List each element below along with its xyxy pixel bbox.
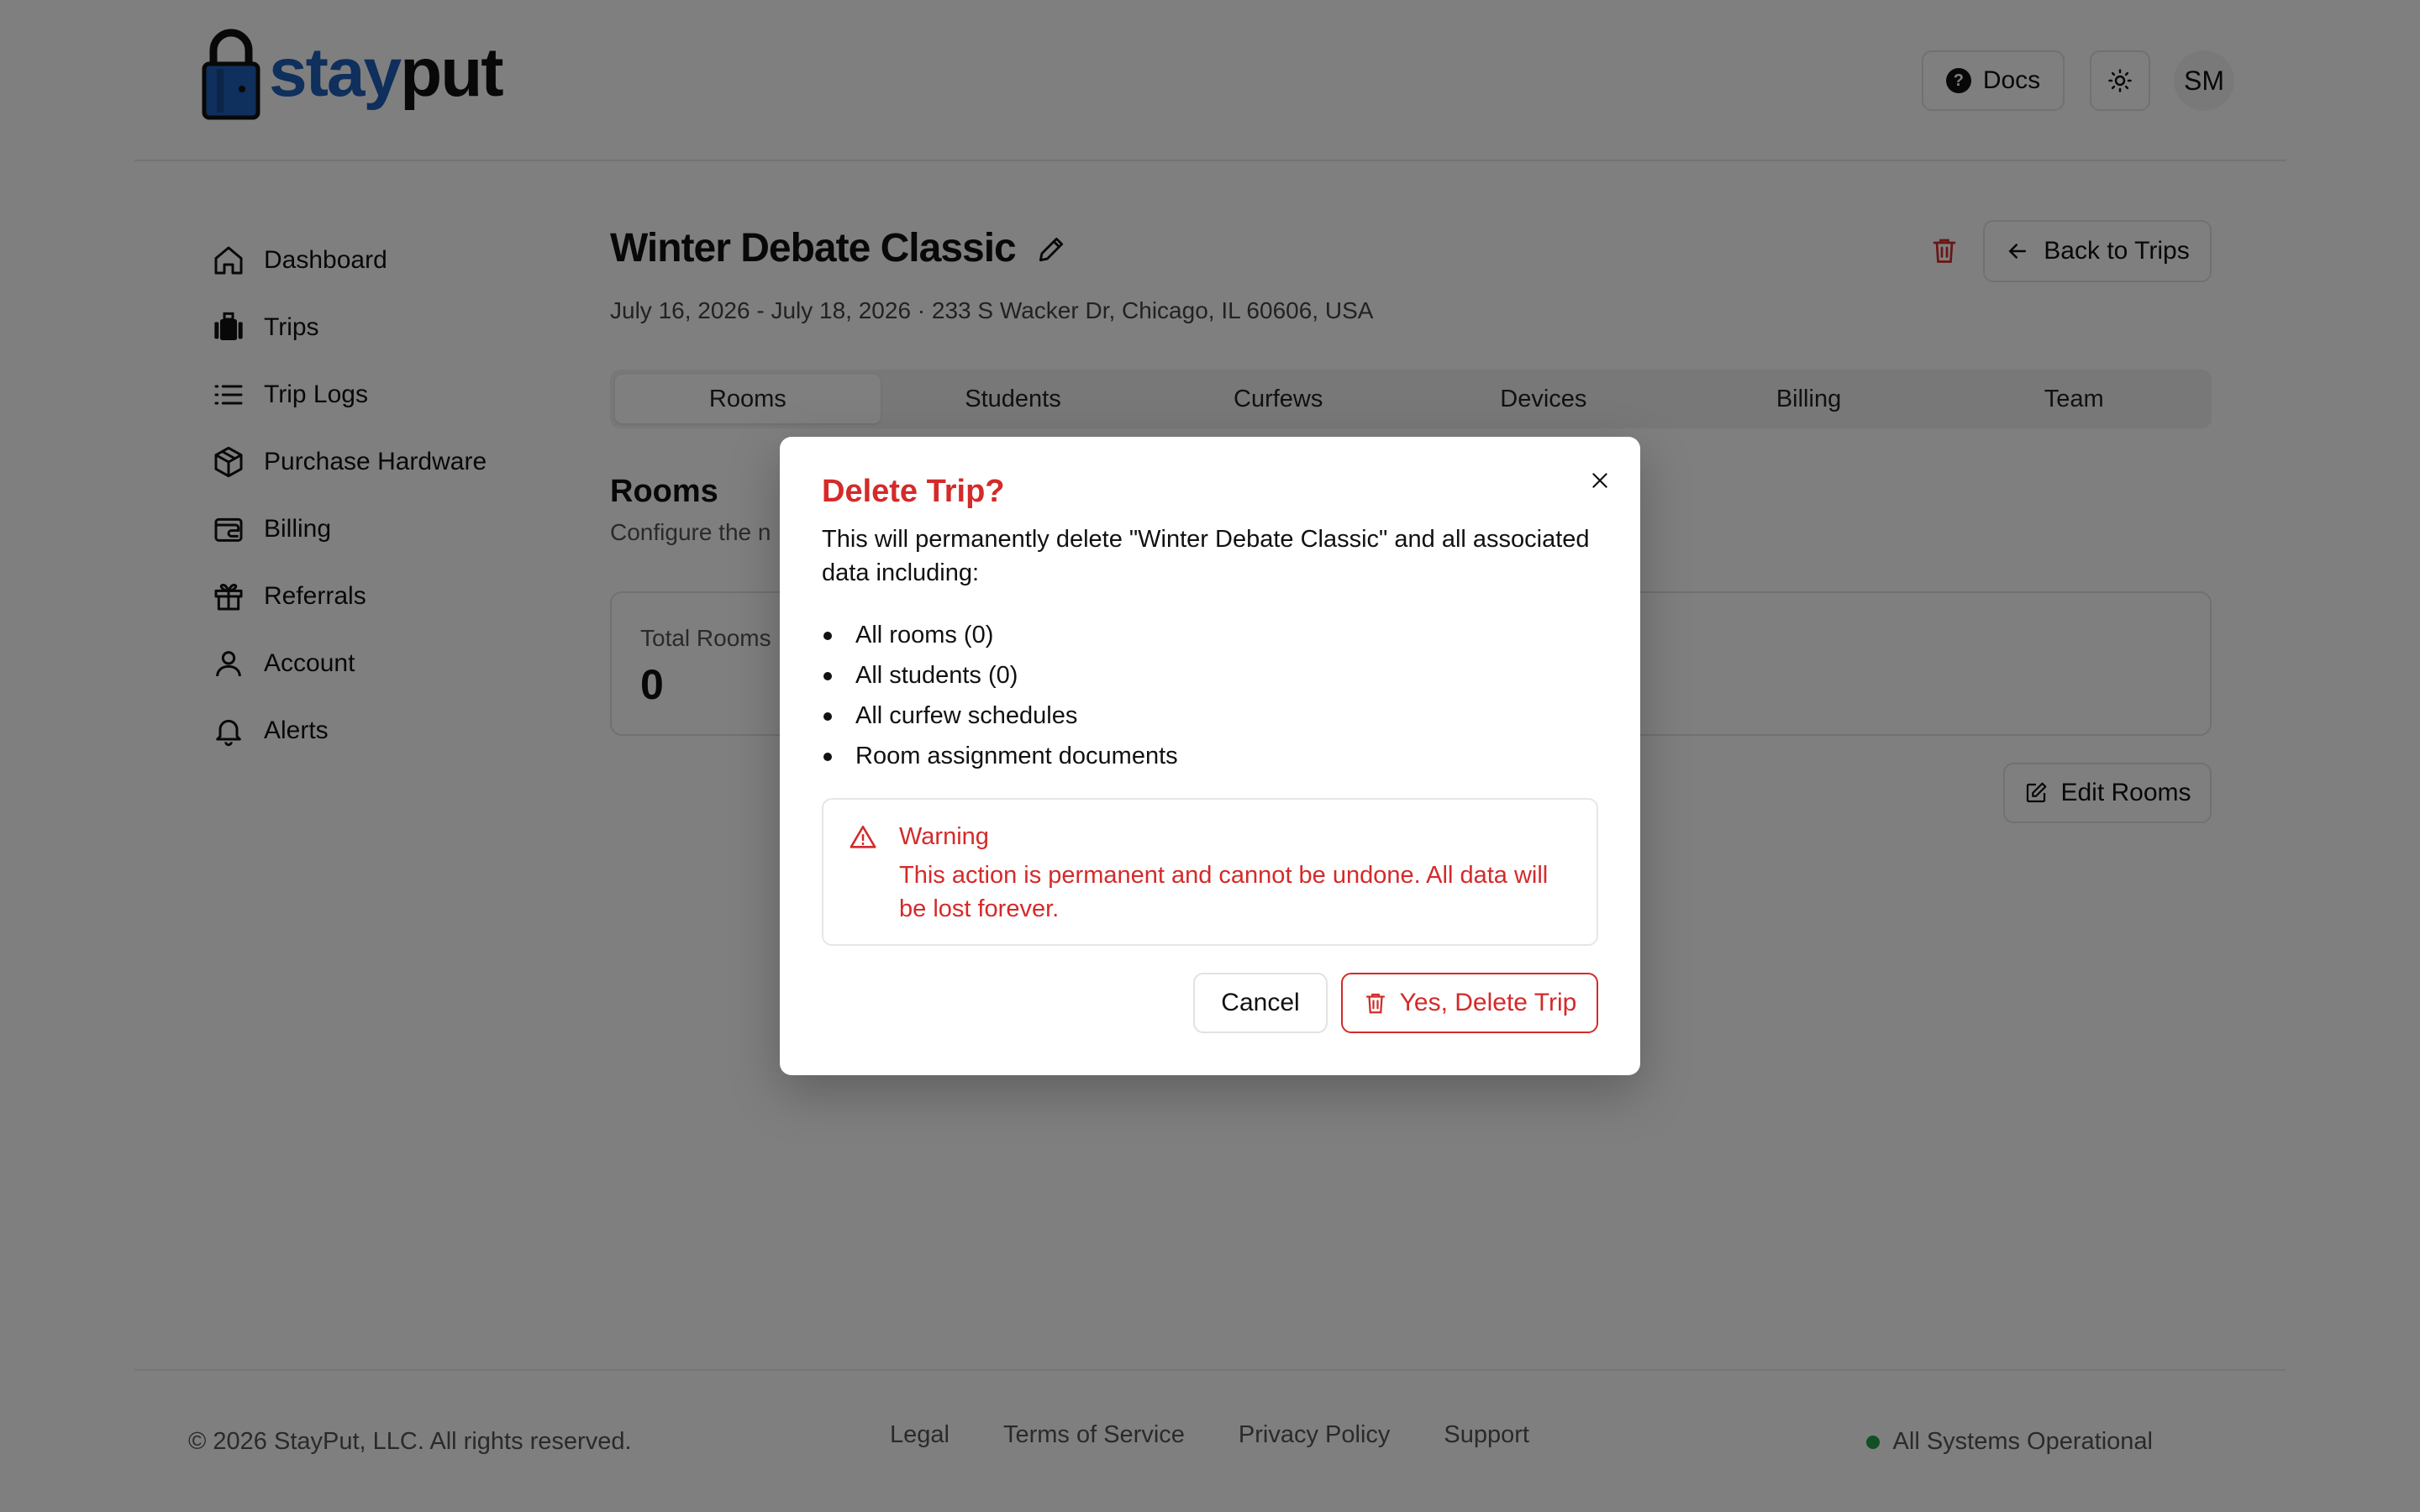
- deleted-items-list: All rooms (0) All students (0) All curfe…: [822, 615, 1178, 776]
- list-item: All students (0): [822, 655, 1178, 696]
- confirm-delete-label: Yes, Delete Trip: [1399, 989, 1577, 1016]
- warning-text: This action is permanent and cannot be u…: [899, 862, 1549, 922]
- dialog-title: Delete Trip?: [822, 474, 1005, 509]
- list-item: Room assignment documents: [822, 736, 1178, 776]
- confirm-delete-button[interactable]: Yes, Delete Trip: [1341, 973, 1598, 1033]
- cancel-button[interactable]: Cancel: [1193, 973, 1328, 1033]
- close-button[interactable]: [1585, 465, 1615, 496]
- warning-title: Warning: [899, 823, 989, 850]
- dialog-description: This will permanently delete "Winter Deb…: [822, 526, 1590, 586]
- list-item: All rooms (0): [822, 615, 1178, 655]
- warning-alert: Warning This action is permanent and can…: [822, 798, 1598, 946]
- close-icon: [1592, 473, 1607, 488]
- alert-triangle-icon: [850, 825, 876, 848]
- delete-trip-dialog: Delete Trip? This will permanently delet…: [780, 437, 1640, 1075]
- trash-icon: [1365, 993, 1385, 1014]
- list-item: All curfew schedules: [822, 696, 1178, 736]
